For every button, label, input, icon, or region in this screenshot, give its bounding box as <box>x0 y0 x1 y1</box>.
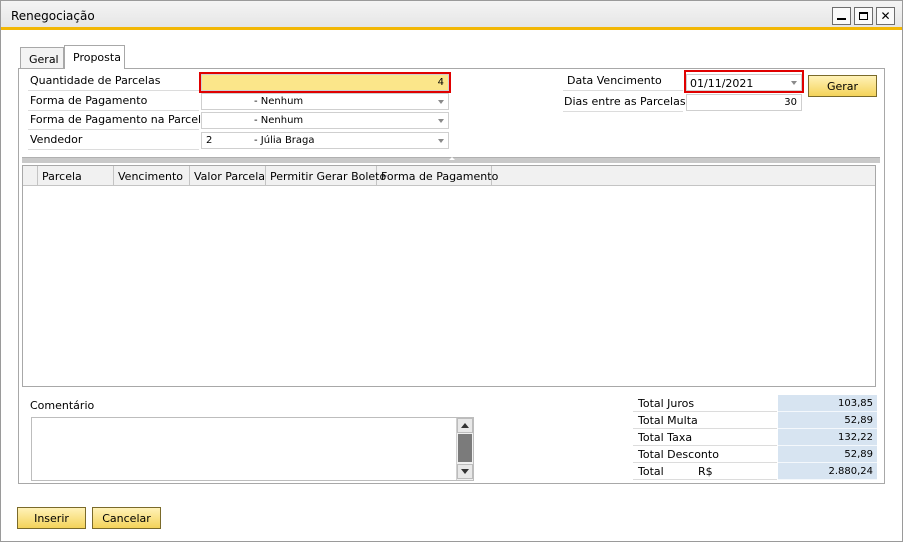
comentario-textarea[interactable] <box>31 417 474 481</box>
column-parcela[interactable]: Parcela <box>38 166 114 186</box>
forma-pagamento-value: - Nenhum <box>254 96 304 107</box>
comentario-scrollbar[interactable] <box>456 418 473 480</box>
vendedor-select[interactable]: 2 - Júlia Braga <box>201 132 449 149</box>
minimize-icon <box>837 18 846 20</box>
maximize-button[interactable] <box>854 7 873 25</box>
highlight-box <box>684 70 804 93</box>
column-vencimento[interactable]: Vencimento <box>114 166 190 186</box>
splitter-handle[interactable] <box>22 157 880 163</box>
data-vencimento-label: Data Vencimento <box>567 74 662 87</box>
close-icon: ✕ <box>880 9 891 23</box>
total-row: Total R$ 2.880,24 <box>633 463 877 480</box>
window-title: Renegociação <box>11 9 95 23</box>
grid-header: Parcela Vencimento Valor Parcela Permiti… <box>23 166 875 186</box>
tab-proposta[interactable]: Proposta <box>64 45 125 69</box>
total-desconto-value: 52,89 <box>778 446 877 463</box>
parcelas-grid: Parcela Vencimento Valor Parcela Permiti… <box>22 165 876 387</box>
scroll-up-icon <box>461 423 469 428</box>
scroll-down-icon <box>461 469 469 474</box>
divider <box>563 90 683 91</box>
dias-entre-parcelas-input[interactable]: 30 <box>686 94 802 111</box>
tab-geral[interactable]: Geral <box>20 47 64 69</box>
forma-pagamento-select[interactable]: - Nenhum <box>201 93 449 110</box>
total-taxa-value: 132,22 <box>778 429 877 446</box>
dias-entre-parcelas-label: Dias entre as Parcelas <box>564 95 686 108</box>
forma-pagamento-label: Forma de Pagamento <box>30 94 148 107</box>
row-selector-header <box>23 166 38 186</box>
total-value: 2.880,24 <box>778 463 877 480</box>
comentario-label: Comentário <box>30 399 95 412</box>
divider <box>28 149 199 150</box>
forma-pagamento-parcela-select[interactable]: - Nenhum <box>201 112 449 129</box>
total-taxa-label: Total Taxa <box>633 429 777 446</box>
total-taxa-row: Total Taxa 132,22 <box>633 429 877 446</box>
inserir-label: Inserir <box>34 511 69 525</box>
chevron-down-icon <box>438 139 444 143</box>
divider <box>28 110 199 111</box>
total-juros-value: 103,85 <box>778 395 877 412</box>
scroll-thumb[interactable] <box>458 434 472 462</box>
gerar-button[interactable]: Gerar <box>808 75 877 97</box>
column-forma-pagamento[interactable]: Forma de Pagamento <box>377 166 498 186</box>
maximize-icon <box>859 12 868 20</box>
forma-pagamento-parcela-label: Forma de Pagamento na Parcela <box>30 113 208 126</box>
total-juros-label: Total Juros <box>633 395 777 412</box>
vendedor-label: Vendedor <box>30 133 83 146</box>
title-bar: Renegociação ✕ <box>1 1 902 30</box>
quantidade-parcelas-label: Quantidade de Parcelas <box>30 74 161 87</box>
divider <box>28 90 199 91</box>
divider <box>28 129 199 130</box>
renegociacao-window: Renegociação ✕ Geral Proposta Quantidade… <box>0 0 903 542</box>
column-permitir-gerar-boleto[interactable]: Permitir Gerar Boleto <box>266 166 386 186</box>
forma-pagamento-parcela-value: - Nenhum <box>254 115 304 126</box>
close-button[interactable]: ✕ <box>876 7 895 25</box>
total-juros-row: Total Juros 103,85 <box>633 395 877 412</box>
vendedor-code: 2 <box>206 135 213 146</box>
inserir-button[interactable]: Inserir <box>17 507 86 529</box>
total-multa-value: 52,89 <box>778 412 877 429</box>
chevron-up-icon <box>449 157 455 160</box>
vendedor-name: - Júlia Braga <box>254 135 315 146</box>
scroll-up-button[interactable] <box>457 418 473 433</box>
highlight-box <box>199 72 451 93</box>
currency-label: R$ <box>698 465 713 478</box>
cancelar-button[interactable]: Cancelar <box>92 507 161 529</box>
total-label: Total R$ <box>633 463 777 480</box>
column-valor-parcela[interactable]: Valor Parcela <box>190 166 266 186</box>
scroll-down-button[interactable] <box>457 464 473 479</box>
total-desconto-label: Total Desconto <box>633 446 777 463</box>
total-desconto-row: Total Desconto 52,89 <box>633 446 877 463</box>
total-multa-row: Total Multa 52,89 <box>633 412 877 429</box>
minimize-button[interactable] <box>832 7 851 25</box>
chevron-down-icon <box>438 100 444 104</box>
chevron-down-icon <box>438 119 444 123</box>
total-multa-label: Total Multa <box>633 412 777 429</box>
divider <box>563 111 683 112</box>
